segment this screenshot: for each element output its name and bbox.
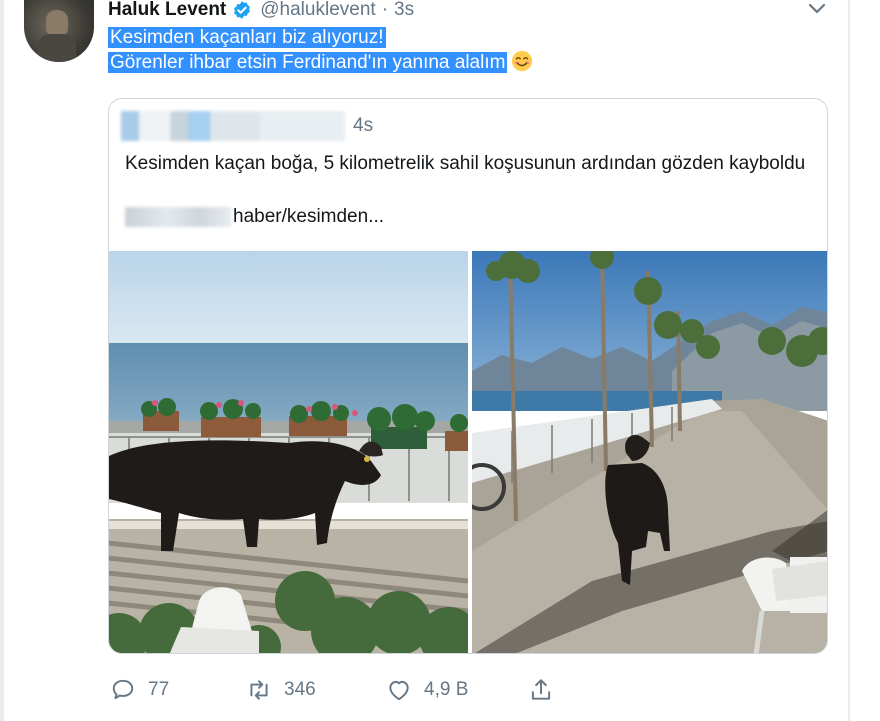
link-domain-blurred <box>125 206 231 227</box>
reply-icon <box>112 679 134 700</box>
avatar[interactable] <box>24 0 94 62</box>
timeline-border-left <box>0 0 4 721</box>
header-separator: · <box>381 0 389 20</box>
reply-count: 77 <box>148 679 170 700</box>
like-action[interactable]: 4,9 B <box>386 674 468 706</box>
share-icon <box>531 679 551 700</box>
avatar-body <box>38 34 76 62</box>
smiling-face-icon <box>512 50 533 72</box>
tweet-time[interactable]: 3s <box>394 0 414 21</box>
quoted-tweet-link[interactable]: haber/kesimden... <box>125 204 384 229</box>
share-action[interactable] <box>528 674 554 706</box>
bull-promenade-image <box>472 251 827 653</box>
tweet-text-line-2: Görenler ihbar etsin Ferdinand'ın yanına… <box>108 52 508 73</box>
chevron-down-icon[interactable] <box>806 0 828 20</box>
retweet-count: 346 <box>284 679 316 700</box>
user-handle[interactable]: @haluklevent <box>260 0 375 21</box>
retweet-action[interactable]: 346 <box>246 674 316 706</box>
verified-badge-icon <box>234 1 251 19</box>
like-count: 4,9 B <box>424 679 469 700</box>
quoted-tweet-time[interactable]: 4s <box>353 115 373 137</box>
photo-bull-promenade[interactable] <box>472 251 827 653</box>
link-path: haber/kesimden... <box>233 205 385 227</box>
tweet-text-line-1: Kesimden kaçanları biz alıyoruz! <box>108 27 386 48</box>
heart-icon <box>389 680 409 701</box>
bull-balcony-image <box>109 251 468 653</box>
retweet-icon <box>250 680 268 700</box>
quoted-author-blurred <box>121 111 345 141</box>
reply-action[interactable]: 77 <box>110 674 169 706</box>
quoted-tweet-text: Kesimden kaçan boğa, 5 kilometrelik sahi… <box>125 153 806 174</box>
tweet-header: Haluk Levent @haluklevent · 3s <box>108 0 414 23</box>
quoted-tweet-card[interactable]: 4s Kesimden kaçan boğa, 5 kilometrelik s… <box>108 98 828 654</box>
photo-bull-balcony[interactable] <box>109 251 468 653</box>
display-name[interactable]: Haluk Levent <box>108 0 226 21</box>
tweet-text: Kesimden kaçanları biz alıyoruz! Görenle… <box>108 25 533 75</box>
timeline-border-right <box>848 0 850 721</box>
